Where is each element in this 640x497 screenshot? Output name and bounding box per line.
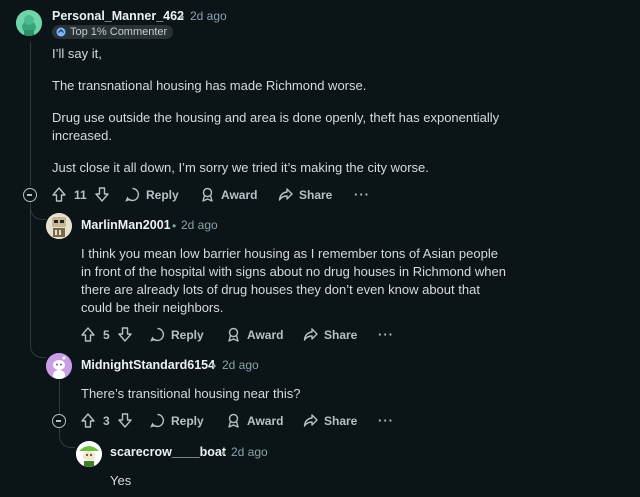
avatar[interactable] xyxy=(16,10,42,36)
reply-label: Reply xyxy=(171,413,204,428)
comment-time[interactable]: 2d ago xyxy=(231,445,268,459)
award-label: Award xyxy=(247,327,284,342)
award-label: Award xyxy=(221,187,258,202)
reply-label: Reply xyxy=(146,187,179,202)
snoo-avatar-icon xyxy=(46,353,72,379)
more-options-button[interactable]: ··· xyxy=(378,327,394,342)
share-button[interactable]: Share xyxy=(278,187,332,202)
snoo-avatar-icon xyxy=(46,213,72,239)
upvote-icon[interactable] xyxy=(81,327,95,342)
upvote-icon[interactable] xyxy=(81,413,95,428)
award-label: Award xyxy=(247,413,284,428)
thread-curve-1 xyxy=(30,200,46,220)
vote-score: 5 xyxy=(103,327,110,342)
vote-score: 11 xyxy=(74,187,87,202)
separator-dot: • xyxy=(212,359,217,373)
share-label: Share xyxy=(324,413,358,428)
share-label: Share xyxy=(324,327,358,342)
reply-button[interactable]: Reply xyxy=(150,413,204,428)
downvote-icon[interactable] xyxy=(117,413,132,428)
comment-time[interactable]: 2d ago xyxy=(222,358,259,372)
upvote-icon[interactable] xyxy=(52,187,66,202)
separator-dot: • xyxy=(172,219,177,233)
award-button[interactable]: Award xyxy=(200,187,257,202)
share-button[interactable]: Share xyxy=(303,413,357,428)
vote-group: 5 xyxy=(81,327,132,342)
reply-icon xyxy=(150,413,165,428)
share-button[interactable]: Share xyxy=(303,327,357,342)
award-icon xyxy=(202,187,213,202)
downvote-icon[interactable] xyxy=(94,187,109,202)
flair-label: Top 1% Commenter xyxy=(70,26,168,38)
downvote-icon[interactable] xyxy=(117,327,132,342)
share-label: Share xyxy=(299,187,333,202)
vote-score: 3 xyxy=(103,413,110,428)
share-icon xyxy=(303,414,318,427)
vote-group: 3 xyxy=(81,413,132,428)
comment-time[interactable]: 2d ago xyxy=(190,9,227,23)
reply-button[interactable]: Reply xyxy=(125,187,179,202)
comment-body: I think you mean low barrier housing as … xyxy=(81,246,506,315)
snoo-avatar-icon xyxy=(16,10,42,36)
comment-body: Yes xyxy=(110,473,132,488)
comment-author[interactable]: scarecrow____boat xyxy=(110,445,226,459)
thread-line-level2[interactable] xyxy=(59,380,60,416)
award-button[interactable]: Award xyxy=(226,327,283,342)
avatar[interactable] xyxy=(46,353,72,379)
comment-author[interactable]: Personal_Manner_462 xyxy=(52,9,184,23)
thread-curve-2 xyxy=(30,330,46,358)
award-icon xyxy=(228,413,239,428)
reply-icon xyxy=(125,187,140,202)
user-flair: Top 1% Commenter xyxy=(52,25,174,39)
vote-group: 11 xyxy=(52,187,109,202)
comment-paragraph: I’ll say it, xyxy=(52,46,102,61)
flair-badge-icon xyxy=(56,27,66,37)
comment-paragraph: Just close it all down, I’m sorry we tri… xyxy=(52,160,429,175)
more-options-button[interactable]: ··· xyxy=(354,187,370,202)
share-icon xyxy=(278,188,293,201)
collapse-thread-button[interactable] xyxy=(52,414,66,428)
separator-dot: • xyxy=(221,446,226,460)
snoo-avatar-icon xyxy=(76,441,102,467)
comment-paragraph: Drug use outside the housing and area is… xyxy=(52,110,500,143)
comment-author[interactable]: MarlinMan2001 xyxy=(81,218,171,232)
avatar[interactable] xyxy=(76,441,102,467)
reply-icon xyxy=(150,327,165,342)
avatar[interactable] xyxy=(46,213,72,239)
share-icon xyxy=(303,328,318,341)
reply-button[interactable]: Reply xyxy=(150,327,204,342)
thread-line-root-lower[interactable] xyxy=(30,202,31,342)
award-icon xyxy=(228,327,239,342)
comment-author[interactable]: MidnightStandard6154 xyxy=(81,358,215,372)
thread-curve-3 xyxy=(59,428,75,448)
more-options-button[interactable]: ··· xyxy=(378,413,394,428)
thread-line-root[interactable] xyxy=(30,42,31,186)
separator-dot: • xyxy=(180,10,185,24)
award-button[interactable]: Award xyxy=(226,413,283,428)
comment-paragraph: The transnational housing has made Richm… xyxy=(52,78,367,93)
comment-time[interactable]: 2d ago xyxy=(181,218,218,232)
comment-body: There’s transitional housing near this? xyxy=(81,386,301,401)
reply-label: Reply xyxy=(171,327,204,342)
collapse-thread-button[interactable] xyxy=(23,188,37,202)
